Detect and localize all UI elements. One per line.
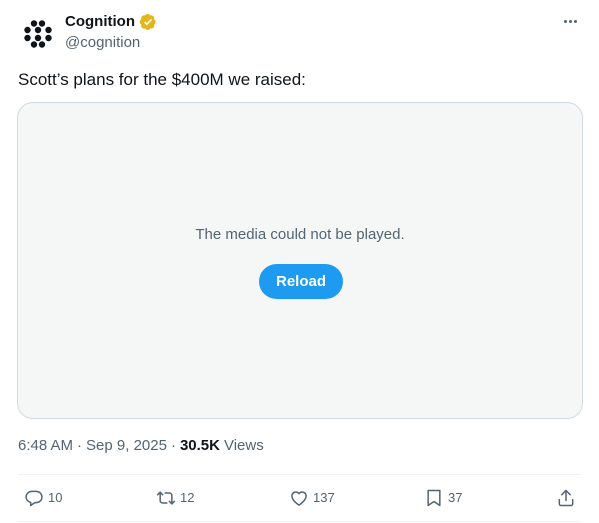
bookmark-icon <box>427 489 441 507</box>
tweet-meta: 6:48 AM · Sep 9, 2025 · 30.5K Views <box>18 436 264 456</box>
meta-separator: · <box>170 437 176 454</box>
more-dot <box>568 19 572 23</box>
more-dot <box>573 19 577 23</box>
author-handle[interactable]: @cognition <box>65 33 140 53</box>
tweet-date[interactable]: Sep 9, 2025 <box>86 436 167 456</box>
cognition-logo-icon <box>24 20 52 48</box>
heart-icon <box>291 491 307 506</box>
divider <box>18 521 581 522</box>
share-button[interactable] <box>556 488 576 508</box>
verified-badge-icon[interactable] <box>139 13 157 31</box>
tweet-card: Cognition @cognition Scott’s plans for t… <box>0 0 599 523</box>
author-name-row[interactable]: Cognition <box>65 12 157 32</box>
reply-icon <box>25 490 43 507</box>
bookmark-button[interactable]: 37 <box>424 488 462 508</box>
divider <box>18 474 581 475</box>
media-error-message: The media could not be played. <box>195 226 405 243</box>
more-dots-icon <box>563 19 567 23</box>
repost-button[interactable]: 12 <box>156 488 194 508</box>
views-count[interactable]: 30.5K <box>180 436 220 456</box>
author-name[interactable]: Cognition <box>65 12 135 32</box>
like-count: 137 <box>313 490 335 505</box>
meta-separator: · <box>77 437 83 454</box>
more-options-button[interactable] <box>559 10 581 32</box>
repost-count: 12 <box>180 490 195 505</box>
reply-button[interactable]: 10 <box>24 488 62 508</box>
avatar[interactable] <box>18 14 58 54</box>
like-button[interactable]: 137 <box>289 488 335 508</box>
reload-button[interactable]: Reload <box>259 264 343 299</box>
media-player[interactable]: The media could not be played. Reload <box>17 102 583 419</box>
repost-icon <box>156 491 176 505</box>
reply-count: 10 <box>48 490 63 505</box>
views-label: Views <box>223 437 264 454</box>
share-icon <box>558 489 574 507</box>
tweet-time[interactable]: 6:48 AM <box>18 436 73 456</box>
tweet-text: Scott’s plans for the $400M we raised: <box>18 70 306 89</box>
bookmark-count: 37 <box>448 490 463 505</box>
